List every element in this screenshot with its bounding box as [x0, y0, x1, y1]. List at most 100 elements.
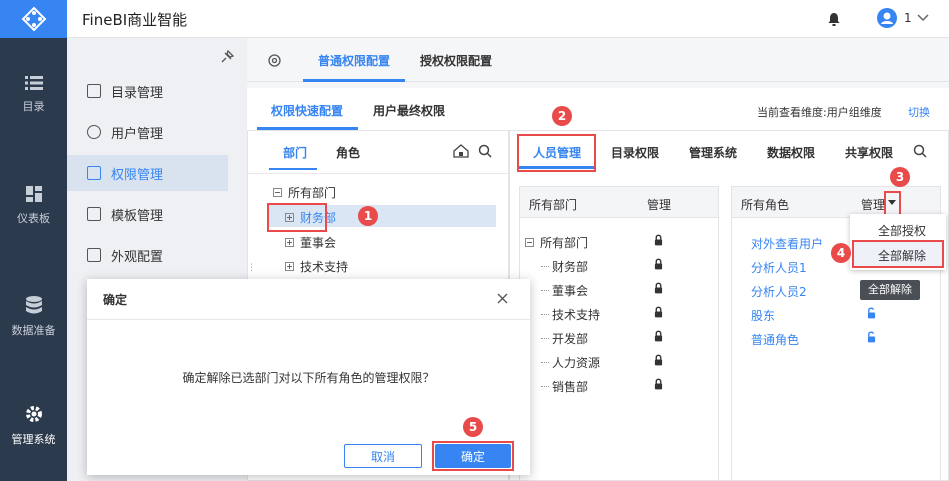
table-row[interactable]: 开发部	[541, 330, 588, 347]
tab-role[interactable]: 角色	[336, 144, 360, 161]
list-icon	[24, 76, 43, 90]
table-row[interactable]: 董事会	[541, 282, 588, 299]
nav-item-dashboard[interactable]: 仪表板	[0, 186, 67, 226]
tab-normal-permission[interactable]: 普通权限配置	[318, 52, 390, 69]
submenu-item-catalog[interactable]: 目录管理	[67, 73, 228, 109]
submenu-item-appearance[interactable]: 外观配置	[67, 237, 228, 273]
role-row-label[interactable]: 股东	[751, 307, 775, 324]
table-row[interactable]: 财务部	[541, 258, 588, 275]
highlight-box-4	[852, 240, 944, 268]
left-nav: 目录 仪表板 数据准备 管理系统	[0, 38, 67, 481]
tab-underline	[303, 79, 405, 82]
role-row-label[interactable]: 普通角色	[751, 331, 799, 348]
dashboard-icon	[25, 186, 42, 202]
tree-label: 技术支持	[300, 260, 349, 274]
locked-icon[interactable]	[654, 354, 663, 366]
brush-icon	[87, 248, 101, 262]
submenu-item-templates[interactable]: 模板管理	[67, 196, 228, 232]
tab-grant-permission[interactable]: 授权权限配置	[420, 52, 492, 69]
highlight-box-2	[517, 134, 596, 172]
dialog-header	[87, 279, 530, 320]
tree-label: 所有部门	[288, 186, 337, 200]
tree-row-all-depts[interactable]: 所有部门	[273, 184, 336, 201]
tab-department[interactable]: 部门	[283, 144, 307, 161]
gear-icon	[25, 406, 42, 422]
tab-catalog-permission[interactable]: 目录权限	[611, 144, 659, 161]
tab-admin-system[interactable]: 管理系统	[689, 144, 737, 161]
tree-row-board[interactable]: 董事会	[285, 234, 336, 251]
submenu-label: 权限管理	[111, 167, 164, 183]
chevron-down-icon[interactable]	[917, 14, 929, 22]
row-label: 销售部	[552, 380, 589, 394]
expand-icon[interactable]	[285, 238, 294, 247]
tab-quick-config[interactable]: 权限快速配置	[271, 102, 343, 119]
catalog-icon	[87, 84, 101, 98]
tab-share-permission[interactable]: 共享权限	[845, 144, 893, 161]
unlocked-icon[interactable]	[867, 307, 876, 319]
col-header-depts: 所有部门	[529, 198, 578, 212]
logo-icon	[21, 6, 46, 32]
step-badge-1: 1	[358, 206, 378, 226]
nav-item-catalog[interactable]: 目录	[0, 76, 67, 114]
resize-handle[interactable]: ⋮	[247, 263, 256, 279]
highlight-box-5	[432, 441, 514, 471]
pin-icon[interactable]	[220, 50, 234, 64]
table-row[interactable]: 人力资源	[541, 354, 600, 371]
user-icon	[87, 125, 101, 139]
tab-underline	[269, 168, 317, 170]
submenu-item-users[interactable]: 用户管理	[67, 114, 228, 150]
close-icon[interactable]	[497, 293, 508, 304]
row-label: 人力资源	[552, 356, 601, 370]
tree-label: 董事会	[300, 236, 337, 250]
step-badge-4: 4	[831, 243, 851, 263]
bell-icon[interactable]	[828, 12, 840, 26]
template-icon	[87, 207, 101, 221]
col-header-manage: 管理	[861, 198, 886, 212]
row-label: 开发部	[552, 332, 589, 346]
cancel-button[interactable]: 取消	[344, 444, 422, 468]
nav-item-data-prep[interactable]: 数据准备	[0, 296, 67, 338]
tree-row-tech-support[interactable]: 技术支持	[285, 258, 348, 275]
avatar[interactable]	[877, 8, 897, 28]
role-row-label[interactable]: 对外查看用户	[751, 235, 823, 252]
submenu-item-permissions[interactable]: 权限管理	[67, 155, 228, 191]
table-row[interactable]: 所有部门	[525, 234, 588, 251]
divider	[247, 173, 509, 174]
highlight-box-1	[267, 203, 327, 232]
table-row[interactable]: 技术支持	[541, 306, 600, 323]
dialog-message: 确定解除已选部门对以下所有角色的管理权限？	[182, 371, 435, 385]
tab-final-permission[interactable]: 用户最终权限	[373, 102, 445, 119]
nav-item-admin[interactable]: 管理系统	[0, 405, 67, 447]
tab-data-permission[interactable]: 数据权限	[767, 144, 815, 161]
locked-icon[interactable]	[654, 330, 663, 342]
locked-icon[interactable]	[654, 258, 663, 270]
locked-icon[interactable]	[654, 378, 663, 390]
collapse-icon[interactable]	[273, 188, 282, 197]
submenu-label: 目录管理	[111, 85, 164, 101]
home-lock-icon[interactable]	[453, 144, 469, 158]
database-icon	[25, 296, 42, 314]
tree-connector	[541, 290, 549, 291]
unlocked-icon[interactable]	[867, 331, 876, 343]
table-row[interactable]: 销售部	[541, 378, 588, 395]
role-row-label[interactable]: 分析人员1	[751, 259, 807, 276]
nav-label: 数据准备	[11, 324, 56, 337]
lock-icon	[87, 166, 101, 180]
role-row-label[interactable]: 分析人员2	[751, 283, 807, 300]
col-header-manage: 管理	[647, 198, 672, 212]
search-icon[interactable]	[478, 144, 492, 158]
app-logo[interactable]	[0, 0, 67, 38]
switch-link[interactable]: 切换	[908, 104, 930, 120]
settings-icon[interactable]	[267, 53, 282, 68]
locked-icon[interactable]	[654, 306, 663, 318]
row-label: 技术支持	[552, 308, 601, 322]
user-count: 1	[904, 11, 912, 25]
locked-icon[interactable]	[654, 282, 663, 294]
expand-icon[interactable]	[285, 262, 294, 271]
menu-item-grant-all[interactable]: 全部授权	[878, 222, 926, 239]
row-label: 所有部门	[540, 236, 589, 250]
search-icon[interactable]	[913, 144, 927, 158]
locked-icon[interactable]	[654, 234, 663, 246]
collapse-icon[interactable]	[525, 238, 534, 247]
submenu-label: 外观配置	[111, 249, 164, 265]
